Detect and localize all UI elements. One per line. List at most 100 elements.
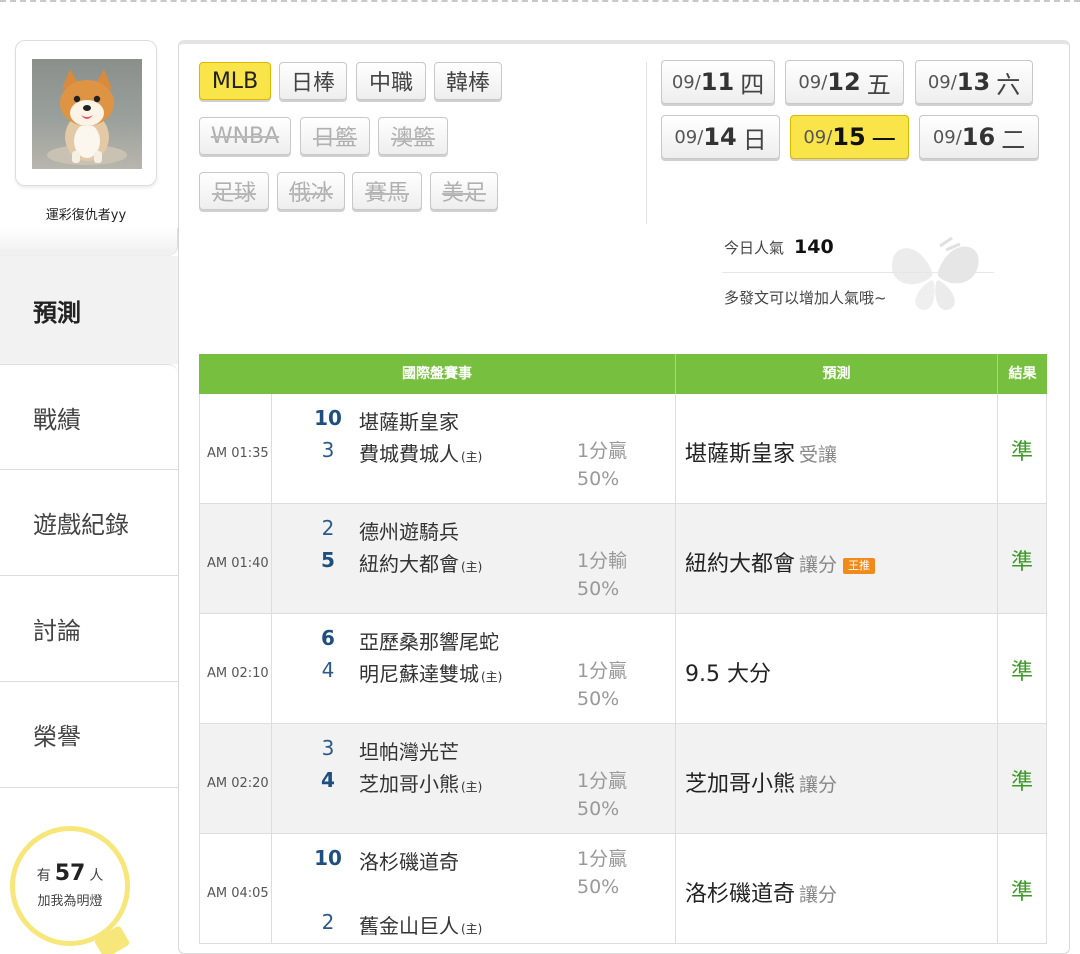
avatar-card[interactable] — [15, 40, 157, 186]
prediction-type: 受讓 — [799, 444, 838, 466]
sport-tab-au-basketball: 澳籃 — [378, 117, 448, 155]
home-team-name: 舊金山巨人 — [359, 914, 459, 938]
game-time: AM 02:10 — [207, 666, 269, 681]
odds: 1分贏 50% — [577, 845, 627, 901]
butterfly-icon — [891, 236, 979, 310]
table-row[interactable]: AM 02:10 6 亞歷桑那響尾蛇 4 明尼蘇達雙城 (主) 1分贏 50% 9.… — [199, 614, 1047, 724]
home-team-name: 費城費城人 — [359, 442, 459, 466]
date-tab-0915[interactable]: 09/15 一 — [790, 115, 909, 159]
col-separator — [675, 614, 676, 724]
date-day: 14 — [703, 123, 737, 151]
away-team: 洛杉磯道奇 — [359, 850, 459, 874]
table-row[interactable]: AM 01:35 10 堪薩斯皇家 3 費城費城人 (主) 1分贏 50% 堪薩斯皇… — [199, 394, 1047, 504]
sport-tab-jp-basketball: 日籃 — [300, 117, 370, 155]
fans-suffix: 人 — [89, 868, 104, 884]
away-score: 10 — [314, 406, 342, 430]
odds: 1分贏 50% — [577, 767, 627, 823]
popularity-divider — [722, 272, 994, 273]
away-team: 堪薩斯皇家 — [359, 410, 459, 434]
away-score: 3 — [321, 736, 335, 760]
prediction-pick: 洛杉磯道奇 — [685, 882, 796, 907]
nav-item-honors[interactable]: 榮譽 — [0, 682, 178, 788]
home-team-name: 紐約大都會 — [359, 552, 459, 576]
prediction: 紐約大都會 讓分 王推 — [685, 546, 876, 578]
sport-tab-npb[interactable]: 日棒 — [279, 62, 347, 100]
follow-lamp-button[interactable]: 有 57 人 加我為明燈 — [10, 826, 131, 954]
nav-item-label: 戰績 — [33, 405, 81, 434]
fans-count: 有 57 人 — [15, 861, 125, 886]
away-score: 6 — [321, 626, 335, 650]
date-tab-0913[interactable]: 09/13 六 — [915, 60, 1033, 104]
sport-tab-mlb[interactable]: MLB — [199, 62, 271, 100]
prediction: 9.5 大分 — [685, 656, 771, 688]
date-tab-0914[interactable]: 09/14 日 — [661, 115, 780, 159]
popularity: 今日人氣 140 — [724, 236, 834, 258]
result-badge: 準 — [1010, 440, 1033, 465]
nav-item-game-log[interactable]: 遊戲紀錄 — [0, 470, 178, 576]
odds-percent: 50% — [577, 876, 620, 898]
table-row[interactable]: AM 01:40 2 德州遊騎兵 5 紐約大都會 (主) 1分輸 50% 紐約大都會… — [199, 504, 1047, 614]
home-tag: (主) — [461, 780, 483, 794]
date-tab-0911[interactable]: 09/11 四 — [661, 60, 775, 104]
nav-item-record[interactable]: 戰績 — [0, 364, 178, 470]
prediction-pick: 9.5 大分 — [685, 662, 771, 687]
home-team: 明尼蘇達雙城 (主) — [359, 658, 502, 687]
table-row[interactable]: AM 02:20 3 坦帕灣光芒 4 芝加哥小熊 (主) 1分贏 50% 芝加哥小熊… — [199, 724, 1047, 834]
col-separator — [675, 394, 676, 504]
home-score: 2 — [321, 910, 335, 934]
nav-item-discussion[interactable]: 討論 — [0, 576, 178, 682]
header-divider — [646, 62, 647, 224]
date-weekday: 五 — [866, 70, 891, 99]
sport-tab-label: WNBA — [210, 123, 280, 149]
col-separator — [271, 504, 272, 614]
game-time: AM 01:35 — [207, 446, 269, 461]
sport-tab-label: 賽馬 — [364, 181, 409, 206]
col-separator — [271, 614, 272, 724]
nav-item-prediction[interactable]: 預測 — [0, 256, 178, 364]
date-weekday: 一 — [871, 125, 896, 154]
home-team: 舊金山巨人 (主) — [359, 910, 482, 939]
prediction: 堪薩斯皇家 受讓 — [685, 436, 837, 468]
home-team: 芝加哥小熊 (主) — [359, 768, 482, 797]
date-day: 13 — [956, 68, 991, 96]
date-weekday: 四 — [740, 70, 765, 99]
home-tag: (主) — [461, 922, 483, 936]
col-separator — [271, 724, 272, 834]
sport-tab-cpbl[interactable]: 中職 — [356, 62, 426, 100]
away-score: 10 — [314, 846, 342, 870]
header-event: 國際盤賽事 — [402, 366, 472, 382]
sport-tab-kbo[interactable]: 韓棒 — [434, 62, 502, 100]
sport-tab-label: MLB — [211, 68, 259, 94]
shiba-dog-icon — [47, 69, 127, 165]
lightbulb-icon — [93, 924, 131, 954]
result-badge: 準 — [1010, 660, 1033, 685]
result-badge: 準 — [1010, 880, 1033, 905]
game-time: AM 01:40 — [207, 556, 269, 571]
col-separator — [675, 834, 676, 944]
date-month: 09/ — [798, 71, 828, 93]
home-team-name: 芝加哥小熊 — [359, 772, 459, 796]
prediction-pick: 堪薩斯皇家 — [685, 442, 796, 467]
home-tag: (主) — [461, 450, 483, 464]
date-weekday: 日 — [742, 125, 767, 154]
prediction-pick: 紐約大都會 — [685, 552, 796, 577]
fans-prefix: 有 — [36, 868, 51, 884]
nav-item-label: 榮譽 — [33, 723, 81, 751]
prediction: 洛杉磯道奇 讓分 — [685, 876, 837, 908]
sport-tab-soccer: 足球 — [199, 172, 269, 210]
date-day: 15 — [832, 123, 866, 151]
date-tab-0912[interactable]: 09/12 五 — [785, 60, 904, 104]
col-separator — [997, 834, 998, 944]
prediction: 芝加哥小熊 讓分 — [685, 766, 837, 798]
table-row[interactable]: AM 04:05 10 洛杉磯道奇 2 舊金山巨人 (主) 1分贏 50% 洛杉磯道… — [199, 834, 1047, 944]
date-tab-0916[interactable]: 09/16 二 — [919, 115, 1039, 159]
header-prediction: 預測 — [822, 366, 851, 382]
odds-line: 1分贏 — [577, 660, 628, 682]
odds-line: 1分贏 — [577, 848, 628, 870]
fans-number: 57 — [54, 861, 86, 886]
prediction-type: 讓分 — [799, 774, 838, 796]
date-month: 09/ — [927, 71, 957, 93]
date-month: 09/ — [803, 126, 833, 148]
odds-line: 1分輸 — [577, 550, 628, 572]
date-weekday: 六 — [996, 70, 1021, 99]
